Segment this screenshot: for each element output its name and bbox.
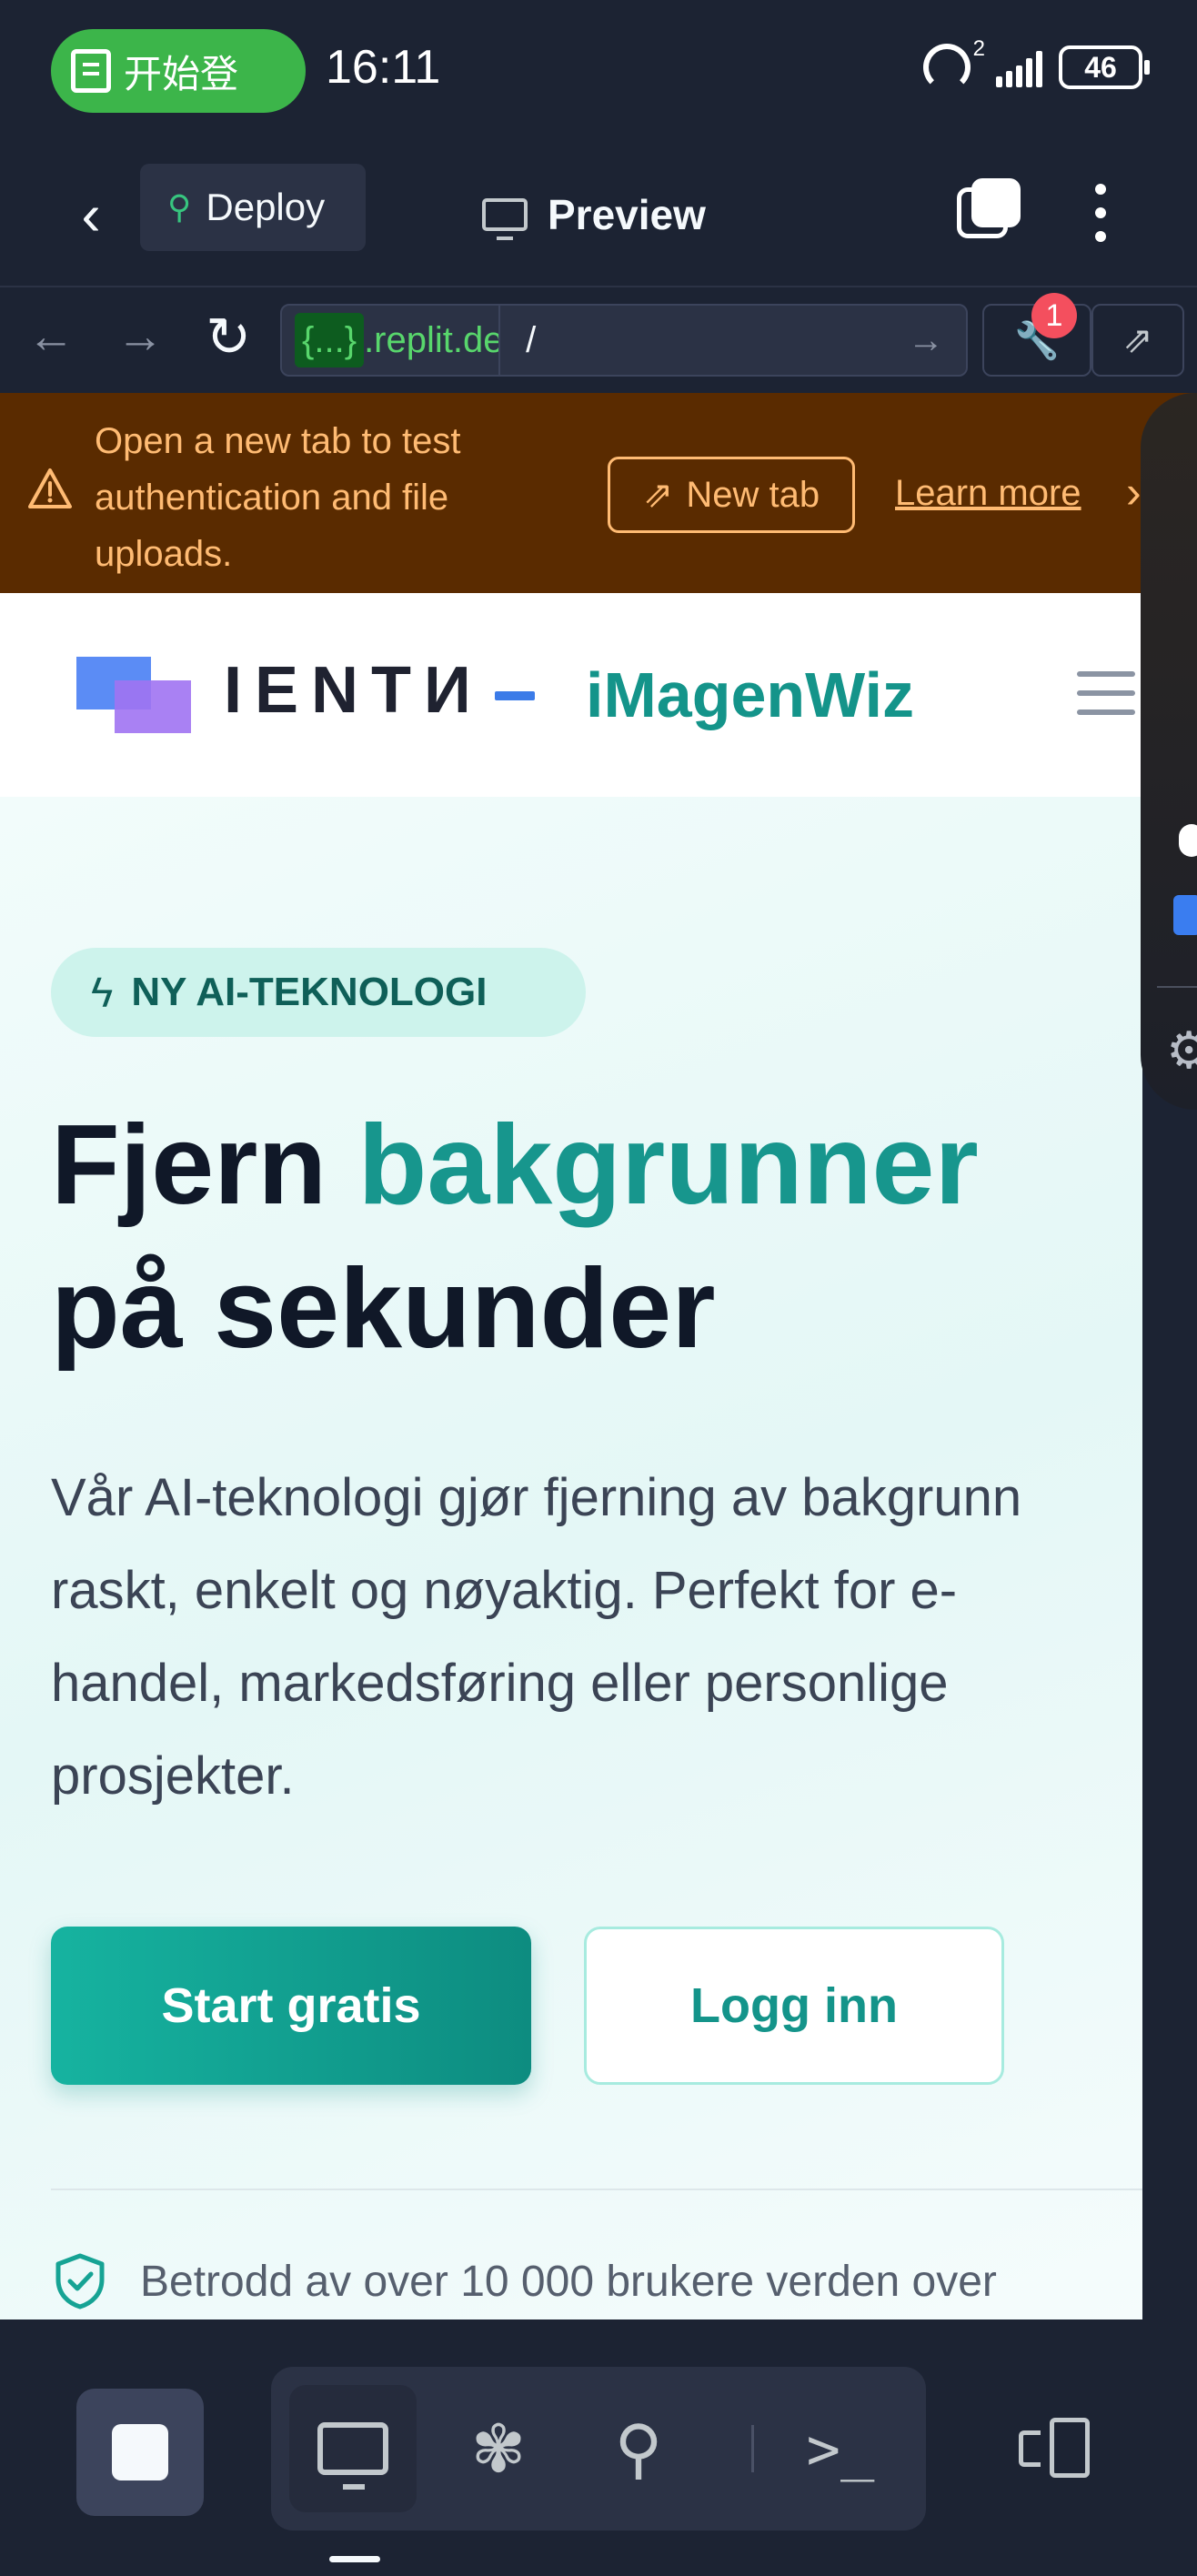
ongoing-activity-pill[interactable]: 开始登 bbox=[51, 29, 306, 113]
brand-dash bbox=[495, 691, 535, 700]
deploy-tree-icon: ⚲ bbox=[167, 188, 192, 226]
login-button[interactable]: Logg inn bbox=[584, 1927, 1004, 2085]
panel-divider bbox=[1157, 986, 1197, 988]
monitor-icon bbox=[317, 2422, 388, 2490]
hero-description: Vår AI-teknologi gjør fjerning av bakgru… bbox=[51, 1468, 1022, 1806]
activity-text: 开始登 bbox=[124, 51, 239, 96]
trust-row: Betrodd av over 10 000 brukere verden ov… bbox=[51, 2252, 997, 2310]
external-link-icon: ⇗ bbox=[1122, 320, 1153, 360]
deploy-tree-icon: ⚲ bbox=[614, 2413, 663, 2486]
tool-tabs: ✾ ⚲ >_ bbox=[271, 2367, 926, 2531]
tab-preview[interactable] bbox=[289, 2385, 417, 2512]
warning-triangle-icon bbox=[28, 468, 72, 508]
more-options-icon[interactable] bbox=[1082, 176, 1119, 249]
url-prefix: {...} bbox=[295, 313, 365, 367]
url-bar: ← → ↻ {...} .replit.de / → 🔧 1 ⇗ bbox=[0, 287, 1197, 393]
status-bar: 开始登 16:11 2 46 bbox=[0, 0, 1197, 146]
hotspot-icon: 2 bbox=[923, 36, 985, 91]
chevron-right-icon[interactable]: › bbox=[1126, 466, 1142, 518]
panel-toggle-icon[interactable] bbox=[1019, 2418, 1090, 2478]
ai-technology-badge: ϟ NY AI-TEKNOLOGI bbox=[51, 948, 586, 1037]
battery-icon: 46 bbox=[1059, 45, 1150, 89]
preview-webview: IENTИ iMagenWiz ϟ NY AI-TEKNOLOGI Fjern … bbox=[0, 593, 1142, 2319]
signal-icon bbox=[996, 47, 1042, 87]
headline-part2: på sekunder bbox=[51, 1246, 716, 1372]
url-path: / bbox=[526, 319, 537, 360]
stop-icon bbox=[112, 2424, 168, 2480]
lightning-icon: ϟ bbox=[91, 969, 114, 1016]
banner-message: Open a new tab to test authentication an… bbox=[95, 421, 461, 574]
stop-button[interactable] bbox=[76, 2389, 204, 2516]
new-tab-warning-banner: Open a new tab to test authentication an… bbox=[0, 393, 1197, 593]
deploy-button[interactable]: ⚲ Deploy bbox=[140, 164, 366, 251]
tab-shell[interactable]: >_ bbox=[777, 2385, 904, 2512]
browser-forward-icon[interactable]: → bbox=[116, 309, 164, 364]
site-header: IENTИ iMagenWiz bbox=[0, 593, 1142, 797]
back-button[interactable]: ‹ bbox=[64, 178, 118, 251]
home-indicator bbox=[329, 2556, 380, 2562]
url-domain: .replit.de bbox=[364, 319, 499, 360]
document-icon bbox=[71, 49, 111, 93]
preview-tab[interactable]: Preview bbox=[482, 178, 706, 251]
clock: 16:11 bbox=[326, 41, 441, 94]
agent-icon: ✾ bbox=[470, 2413, 527, 2486]
go-arrow-icon[interactable]: → bbox=[908, 320, 944, 361]
edge-side-panel[interactable]: ⚙ bbox=[1141, 393, 1197, 1110]
learn-more-link[interactable]: Learn more bbox=[895, 473, 1081, 514]
tabs-switcher-icon[interactable] bbox=[957, 178, 1021, 242]
system-icons: 2 46 bbox=[923, 36, 1150, 91]
start-free-button[interactable]: Start gratis bbox=[51, 1927, 531, 2085]
external-link-icon: ⇗ bbox=[642, 475, 674, 515]
shield-check-icon bbox=[55, 2253, 105, 2309]
app-toolbar: ‹ ⚲ Deploy Preview bbox=[0, 146, 1197, 287]
brand-wordmark: IENTИ bbox=[224, 654, 484, 727]
new-tab-button[interactable]: ⇗ New tab bbox=[608, 457, 855, 533]
tab-agent[interactable]: ✾ bbox=[435, 2385, 562, 2512]
reload-icon[interactable]: ↻ bbox=[206, 306, 251, 369]
pen-icon[interactable] bbox=[1173, 895, 1197, 935]
browser-back-icon[interactable]: ← bbox=[27, 309, 75, 364]
headline-accent: bakgrunner bbox=[357, 1102, 979, 1228]
tool-separator bbox=[751, 2425, 754, 2472]
logo-mark-overlay bbox=[115, 680, 191, 733]
gear-icon[interactable]: ⚙ bbox=[1166, 1021, 1197, 1081]
url-input[interactable]: {...} .replit.de / → bbox=[280, 304, 968, 377]
menu-icon[interactable] bbox=[1077, 671, 1135, 715]
preview-label: Preview bbox=[548, 191, 706, 238]
brand-name[interactable]: iMagenWiz bbox=[586, 659, 914, 731]
devtools-badge: 1 bbox=[1031, 293, 1077, 338]
chevron-left-icon: ‹ bbox=[81, 182, 101, 247]
tab-deploy[interactable]: ⚲ bbox=[575, 2385, 702, 2512]
badge-label: NY AI-TEKNOLOGI bbox=[131, 970, 488, 1014]
toggle-dot[interactable] bbox=[1179, 824, 1197, 857]
hero-section: ϟ NY AI-TEKNOLOGI Fjern bakgrunner på sek… bbox=[0, 797, 1142, 2319]
divider bbox=[51, 2189, 1142, 2190]
bottom-bar: ✾ ⚲ >_ bbox=[0, 2319, 1197, 2576]
monitor-icon bbox=[482, 198, 528, 240]
page-title: Fjern bakgrunner på sekunder bbox=[51, 1093, 1124, 1381]
new-tab-label: New tab bbox=[686, 474, 820, 515]
headline-part1: Fjern bbox=[51, 1102, 358, 1228]
terminal-icon: >_ bbox=[806, 2415, 875, 2482]
url-separator bbox=[498, 306, 501, 375]
trust-text: Betrodd av over 10 000 brukere verden ov… bbox=[140, 2257, 997, 2306]
open-external-button[interactable]: ⇗ bbox=[1091, 304, 1184, 377]
deploy-label: Deploy bbox=[206, 186, 326, 228]
